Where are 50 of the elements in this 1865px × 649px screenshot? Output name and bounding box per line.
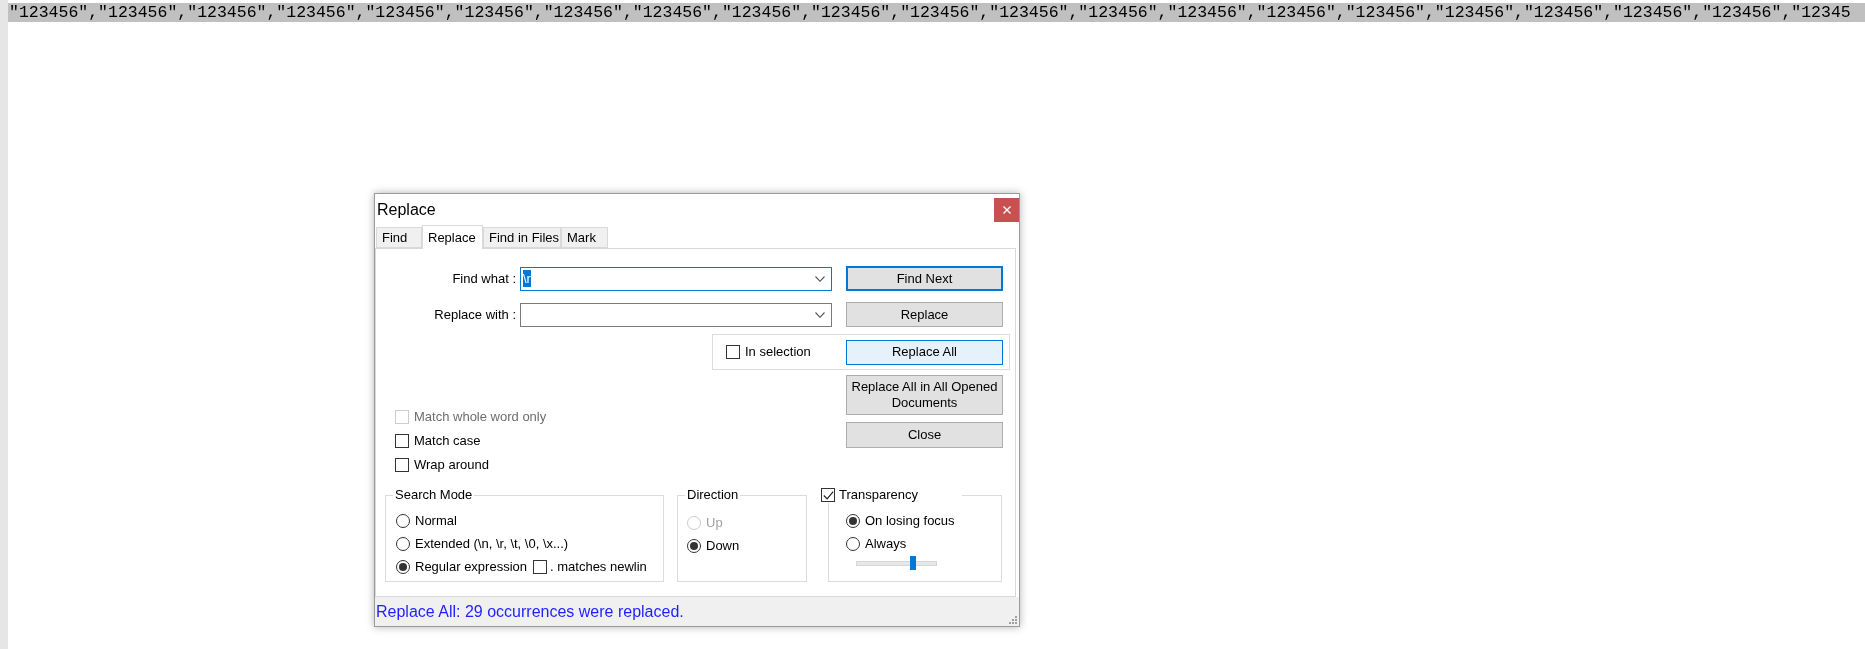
close-icon — [1002, 205, 1011, 214]
window-title: Replace — [376, 199, 436, 220]
radio-button[interactable] — [846, 536, 860, 551]
status-message: Replace All: 29 occurrences were replaced. — [376, 601, 684, 622]
group-title: Search Mode — [394, 487, 474, 503]
tab[interactable]: Find in Files — [483, 227, 561, 248]
radio-label: Down — [706, 537, 740, 554]
radio-label: Up — [706, 514, 723, 531]
radio-label: Extended (\n, \r, \t, \0, \x...) — [415, 535, 569, 552]
checkbox[interactable] — [821, 488, 835, 502]
checkbox[interactable] — [533, 559, 547, 574]
checkbox[interactable] — [395, 434, 409, 448]
window-close-button[interactable] — [994, 197, 1019, 222]
checkbox-label: Wrap around — [414, 457, 489, 473]
chevron-down-icon — [815, 275, 825, 282]
tab[interactable]: Replace — [422, 225, 483, 249]
combo-box[interactable] — [520, 302, 832, 327]
checkbox[interactable] — [395, 458, 409, 472]
replace-all-documents-button[interactable]: Replace All in All Opened Documents — [846, 375, 1003, 415]
checkbox[interactable] — [726, 345, 740, 359]
radio-button[interactable] — [846, 513, 860, 528]
tab[interactable]: Find — [376, 227, 422, 248]
checkbox-label: Match case — [414, 433, 481, 449]
combo-box[interactable]: \r — [520, 266, 832, 291]
slider-track[interactable] — [856, 556, 937, 570]
replace-button[interactable]: Replace — [846, 302, 1003, 327]
close-button[interactable]: Close — [846, 422, 1003, 448]
tab[interactable]: Mark — [561, 227, 608, 248]
radio-button[interactable] — [687, 538, 701, 553]
radio-button[interactable] — [396, 513, 410, 528]
checkbox-label: Match whole word only — [414, 409, 547, 425]
radio-label: Normal — [415, 512, 457, 529]
radio-button[interactable] — [396, 559, 410, 574]
radio-label: Always — [865, 535, 907, 552]
field-label: Find what : — [451, 270, 516, 287]
group-title: Direction — [686, 487, 740, 503]
input-text: \r — [523, 270, 531, 287]
slider-thumb[interactable] — [910, 556, 916, 570]
field-label: Replace with : — [433, 306, 516, 323]
replace-all-button[interactable]: Replace All — [846, 339, 1003, 365]
radio-label: Regular expression — [415, 558, 527, 575]
checkbox-label: . matches newlin — [550, 558, 647, 575]
radio-button[interactable] — [396, 536, 410, 551]
checkbox-label: In selection — [745, 344, 811, 360]
radio-label: On losing focus — [865, 512, 955, 529]
checkbox-label: Transparency — [839, 487, 918, 503]
resize-grip-icon — [1009, 616, 1017, 624]
find-next-button[interactable]: Find Next — [846, 266, 1003, 291]
checkmark-icon — [822, 490, 834, 500]
chevron-down-icon — [815, 311, 825, 318]
